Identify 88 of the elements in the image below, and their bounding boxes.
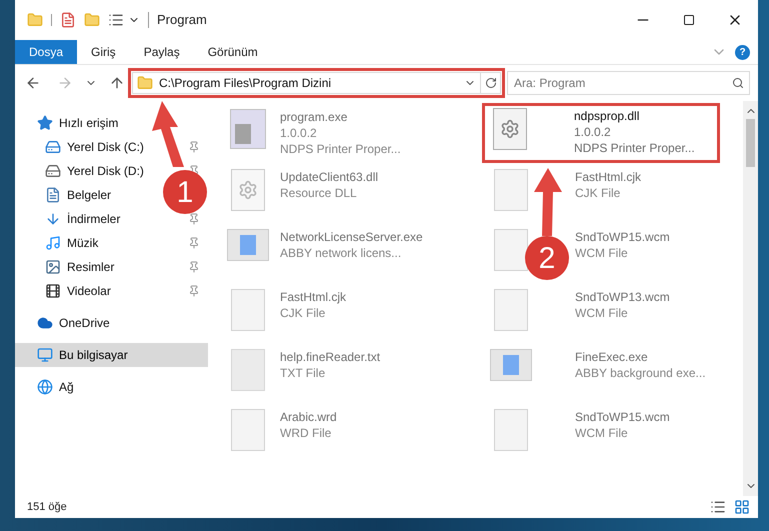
file-name[interactable]: FastHtml.cjk xyxy=(575,169,641,185)
window-icon xyxy=(227,229,269,261)
file-detail: NDPS Printer Proper... xyxy=(574,140,695,156)
file-name[interactable]: help.fineReader.txt xyxy=(280,349,380,365)
nav-label[interactable]: Resimler xyxy=(67,258,114,276)
help-button[interactable]: ? xyxy=(735,44,750,60)
pin-icon[interactable] xyxy=(188,285,200,297)
refresh-button[interactable] xyxy=(481,72,501,94)
file-name[interactable]: program.exe xyxy=(280,109,401,125)
file-icon xyxy=(231,289,265,331)
cloud-icon xyxy=(37,315,53,331)
details-view-icon[interactable] xyxy=(710,499,726,515)
application-icon xyxy=(230,109,266,149)
folder-icon xyxy=(137,75,153,91)
pin-icon[interactable] xyxy=(188,141,200,153)
file-icon xyxy=(494,289,528,331)
file-name[interactable]: SndToWP15.wcm xyxy=(575,229,670,245)
settings-file-icon xyxy=(493,108,527,150)
pin-icon[interactable] xyxy=(188,213,200,225)
item-count: 151 öğe xyxy=(27,500,67,515)
file-name[interactable]: SndToWP15.wcm xyxy=(575,409,670,425)
film-icon xyxy=(45,283,61,299)
monitor-icon xyxy=(37,347,53,363)
pin-icon[interactable] xyxy=(188,261,200,273)
search-field[interactable]: Ara: Program xyxy=(507,71,750,95)
drive-icon xyxy=(45,163,61,179)
ribbon-tab[interactable]: Görünüm xyxy=(194,40,272,64)
file-detail: 1.0.0.2 xyxy=(280,125,318,141)
file-detail: NDPS Printer Proper... xyxy=(280,141,401,157)
file-detail: CJK File xyxy=(280,305,326,321)
view-icon[interactable] xyxy=(108,12,124,28)
file-detail: CJK File xyxy=(575,185,622,201)
file-name[interactable]: SndToWP13.wcm xyxy=(575,289,670,305)
file-icon xyxy=(494,169,528,211)
file-name[interactable]: UpdateClient63.dll xyxy=(280,169,378,185)
download-icon xyxy=(45,211,61,227)
file-detail: 1.0.0.2 xyxy=(574,124,612,140)
nav-label[interactable]: Videolar xyxy=(67,282,111,300)
nav-label[interactable]: Bu bilgisayar xyxy=(59,346,128,364)
star-icon xyxy=(37,115,53,131)
maximize-icon[interactable] xyxy=(683,14,695,26)
file-detail: ABBY network licens... xyxy=(280,245,402,261)
picture-icon xyxy=(45,259,61,275)
file-detail: TXT File xyxy=(280,365,326,381)
nav-label[interactable]: OneDrive xyxy=(59,314,110,332)
properties-icon[interactable] xyxy=(60,12,76,28)
back-icon[interactable] xyxy=(25,75,41,91)
settings-file-icon xyxy=(231,169,265,211)
scroll-thumb[interactable] xyxy=(746,119,755,167)
file-detail: Resource DLL xyxy=(280,185,358,201)
file-name[interactable]: FineExec.exe xyxy=(575,349,706,365)
file-name[interactable]: FastHtml.cjk xyxy=(280,289,346,305)
window-title: Program xyxy=(157,11,207,30)
refresh-icon[interactable] xyxy=(484,77,496,89)
pin-icon[interactable] xyxy=(188,237,200,249)
nav-label[interactable]: Hızlı erişim xyxy=(59,114,118,132)
file-name[interactable]: ndpsprop.dll xyxy=(574,108,695,124)
nav-label[interactable]: Belgeler xyxy=(67,186,112,204)
arrow-drawing xyxy=(532,168,562,236)
file-detail: WCM File xyxy=(575,305,629,321)
window-icon xyxy=(490,349,532,381)
file-icon xyxy=(494,409,528,451)
file-icon xyxy=(494,229,528,271)
globe-icon xyxy=(37,379,53,395)
file-name[interactable]: Arabic.wrd xyxy=(280,409,337,425)
document-icon xyxy=(45,187,61,203)
nav-label[interactable]: Müzik xyxy=(67,234,98,252)
ribbon-tab[interactable]: Giriş xyxy=(77,40,130,64)
file-name[interactable]: NetworkLicenseServer.exe xyxy=(280,229,423,245)
nav-label[interactable]: Ağ xyxy=(59,378,74,396)
up-icon[interactable] xyxy=(109,75,125,91)
large-icons-view-icon[interactable] xyxy=(734,499,750,515)
text-file-icon xyxy=(231,349,265,391)
file-detail: WCM File xyxy=(575,245,629,261)
search-icon[interactable] xyxy=(732,77,744,89)
file-detail: WRD File xyxy=(280,425,332,441)
ribbon-tab[interactable]: Paylaş xyxy=(130,40,194,64)
drive-icon xyxy=(45,139,61,155)
nav-label[interactable]: İndirmeler xyxy=(67,210,120,228)
file-icon xyxy=(231,409,265,451)
address-field[interactable]: C:\Program Files\Program Dizini xyxy=(132,72,481,94)
nav-label[interactable]: Yerel Disk (C:) xyxy=(67,138,144,156)
music-icon xyxy=(45,235,61,251)
nav-label[interactable]: Yerel Disk (D:) xyxy=(67,162,144,180)
file-detail: ABBY background exe... xyxy=(575,365,706,381)
file-detail: WCM File xyxy=(575,425,629,441)
scrollbar[interactable] xyxy=(743,101,758,496)
ribbon-tab[interactable]: Dosya xyxy=(15,40,78,64)
